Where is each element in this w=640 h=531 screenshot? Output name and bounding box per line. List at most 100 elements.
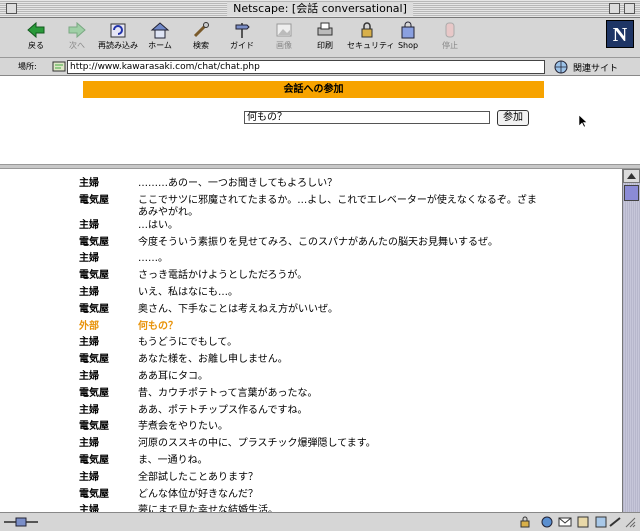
- composer-icon[interactable]: [608, 516, 622, 528]
- chat-text: 芋煮会をやりたい。: [138, 421, 228, 433]
- images-icon: [276, 23, 292, 37]
- forward-button[interactable]: 次へ: [57, 21, 97, 55]
- forward-button-label: 次へ: [69, 41, 85, 50]
- window-title-bar[interactable]: Netscape: [会話 conversational]: [0, 0, 640, 18]
- related-sites-label: 関連サイト: [573, 64, 619, 74]
- chat-speaker: 電気屋: [79, 270, 109, 282]
- chat-speaker: 主婦: [79, 337, 99, 349]
- guide-icon: [235, 23, 250, 38]
- scroll-up-icon: [627, 173, 636, 179]
- chat-speaker: 主婦: [79, 219, 99, 231]
- guide-button[interactable]: ガイド: [222, 21, 262, 55]
- scroll-up-arrow[interactable]: [623, 169, 640, 183]
- home-button-label: ホーム: [148, 41, 172, 50]
- shop-button[interactable]: Shop: [388, 21, 428, 55]
- chat-speaker: 主婦: [79, 287, 99, 298]
- reload-button[interactable]: 再読み込み: [98, 21, 138, 55]
- images-button[interactable]: 画像: [264, 21, 304, 55]
- stop-button[interactable]: 停止: [430, 21, 470, 55]
- chat-speaker: 主婦: [79, 371, 99, 382]
- location-label: 場所:: [18, 62, 37, 71]
- navigator-icon[interactable]: [540, 516, 554, 528]
- url-field[interactable]: http://www.kawarasaki.com/chat/chat.php: [67, 60, 545, 74]
- chat-text: ……。: [138, 253, 168, 265]
- mail-icon[interactable]: [558, 516, 572, 528]
- chat-speaker: 主婦: [79, 178, 99, 189]
- search-button[interactable]: 検索: [181, 21, 221, 55]
- images-button-label: 画像: [276, 41, 292, 50]
- reload-button-label: 再読み込み: [98, 41, 138, 50]
- print-button[interactable]: 印刷: [305, 21, 345, 55]
- chat-speaker: 主婦: [79, 253, 99, 265]
- chat-text: ま、一通りね。: [138, 455, 208, 466]
- security-button[interactable]: セキュリティ: [347, 21, 395, 55]
- join-header: 会話への参加: [83, 81, 544, 98]
- reload-icon: [110, 23, 126, 38]
- home-button[interactable]: ホーム: [140, 21, 180, 55]
- back-button[interactable]: 戻る: [16, 21, 56, 55]
- security-button-label: セキュリティ: [347, 41, 395, 50]
- address-book-icon[interactable]: [594, 516, 608, 528]
- chat-speaker: 主婦: [79, 404, 99, 416]
- print-icon: [317, 22, 333, 36]
- chat-speaker: 電気屋: [79, 488, 109, 500]
- chat-text: どんな体位が好きなんだ？: [138, 488, 258, 500]
- join-frame: 会話への参加 何もの？ 参加: [0, 76, 640, 164]
- chat-text: ああ、ポテトチップス作るんですね。: [138, 404, 308, 416]
- forward-arrow-icon: [68, 21, 86, 39]
- back-button-label: 戻る: [28, 41, 44, 50]
- netscape-logo[interactable]: N: [606, 20, 634, 48]
- home-icon: [150, 22, 170, 39]
- bookmark-icon[interactable]: [52, 60, 66, 73]
- chat-log: 主婦 ………あのー、一つお聞きしてもよろしい？ 電気屋 ここでサツに邪魔されてたまるか…: [0, 169, 622, 512]
- chat-text: ここでサツに邪魔されてたまるか。…よし、これでエレベーターが使えなくなるぞ。ざま…: [138, 194, 537, 218]
- chat-text: …はい。: [138, 219, 178, 231]
- stop-icon: [445, 22, 455, 38]
- chat-speaker: 電気屋: [79, 387, 109, 399]
- zoom-box-icon[interactable]: [609, 3, 620, 14]
- chat-text: 今度そういう素振りを見せてみろ、このスパナがあんたの脳天お見舞いするぜ。: [138, 236, 498, 248]
- message-input[interactable]: 何もの？: [244, 111, 490, 124]
- chat-speaker: 電気屋: [79, 236, 109, 248]
- chat-scrollbar[interactable]: [622, 169, 640, 512]
- chat-speaker: 電気屋: [79, 354, 109, 366]
- chat-speaker: 電気屋: [79, 421, 109, 433]
- chat-speaker: 電気屋: [79, 455, 109, 466]
- close-box-icon[interactable]: [6, 3, 17, 14]
- search-icon: [193, 22, 209, 38]
- chat-speaker: 主婦: [79, 438, 99, 450]
- navigation-toolbar: 戻る 次へ 再読み込み ホーム 検索 ガイド 画像 印刷 セキュリティ Shop…: [0, 18, 640, 58]
- collapse-box-icon[interactable]: [624, 3, 635, 14]
- connection-status-icon: [4, 517, 38, 527]
- chat-speaker: 電気屋: [79, 194, 109, 206]
- chat-text: 奥さん、下手なことは考えねえ方がいいぜ。: [138, 303, 338, 315]
- chat-text: 全部試したことあります？: [138, 471, 258, 483]
- chat-text: 何もの？: [138, 320, 178, 332]
- chat-text: もうどうにでもして。: [138, 337, 238, 349]
- stop-button-label: 停止: [442, 41, 458, 50]
- chat-text: 夢にまで見た幸せな結婚生活。: [138, 505, 278, 512]
- related-sites-icon: [554, 60, 568, 74]
- window-title: Netscape: [会話 conversational]: [227, 2, 413, 16]
- newsgroups-icon[interactable]: [576, 516, 590, 528]
- join-button[interactable]: 参加: [497, 110, 529, 126]
- chat-speaker: 主婦: [79, 505, 99, 512]
- security-status-icon[interactable]: [518, 516, 532, 528]
- mouse-pointer-icon: [578, 114, 588, 128]
- back-arrow-icon: [27, 21, 45, 39]
- chat-text: 昔、カウチポテトって言葉があったな。: [138, 387, 318, 399]
- scroll-thumb[interactable]: [624, 185, 639, 201]
- location-bar: 場所: http://www.kawarasaki.com/chat/chat.…: [0, 58, 640, 76]
- print-button-label: 印刷: [317, 41, 333, 50]
- chat-text: 河原のススキの中に、プラスチック爆弾隠してます。: [138, 438, 376, 450]
- chat-text: さっき電話かけようとしただろうが。: [138, 270, 308, 282]
- chat-speaker: 主婦: [79, 471, 99, 483]
- related-sites-button[interactable]: 関連サイト: [551, 59, 637, 75]
- guide-button-label: ガイド: [230, 41, 254, 50]
- shop-icon: [401, 21, 415, 39]
- chat-text: あなた様を、お離し申しません。: [138, 354, 288, 366]
- chat-speaker: 外部: [79, 320, 99, 332]
- resize-grip-icon[interactable]: [624, 516, 636, 528]
- chat-text: いえ、私はなにも…。: [138, 287, 238, 298]
- status-bar: [0, 512, 640, 531]
